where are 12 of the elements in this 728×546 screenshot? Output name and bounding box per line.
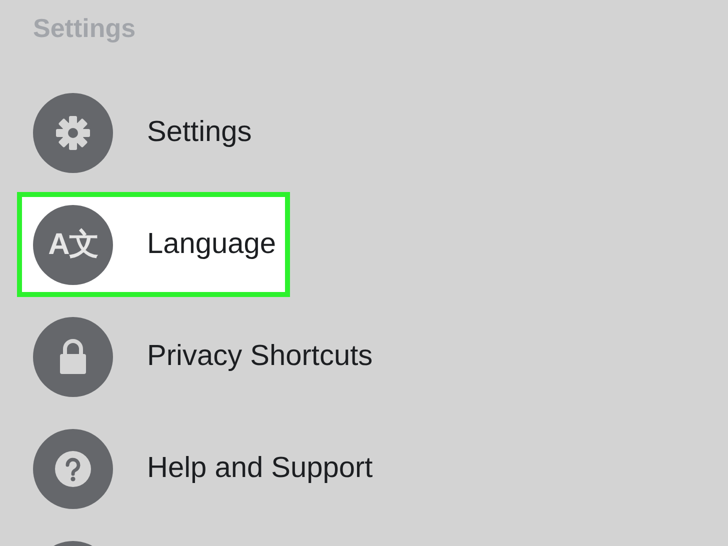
- settings-item[interactable]: Privacy Shortcuts: [17, 304, 387, 409]
- item-label: Help and Support: [147, 452, 373, 485]
- settings-item[interactable]: Help and Support: [17, 416, 387, 521]
- lock-icon: [58, 338, 88, 374]
- translate-icon: A文: [48, 224, 98, 265]
- item-label: Language: [147, 228, 276, 261]
- gear-icon: [54, 114, 92, 152]
- item-label: Privacy Shortcuts: [147, 340, 373, 373]
- item-label: Settings: [147, 116, 252, 149]
- settings-item[interactable]: Settings: [17, 80, 266, 185]
- help-icon: [54, 450, 92, 488]
- settings-item[interactable]: A文 Language: [17, 192, 290, 297]
